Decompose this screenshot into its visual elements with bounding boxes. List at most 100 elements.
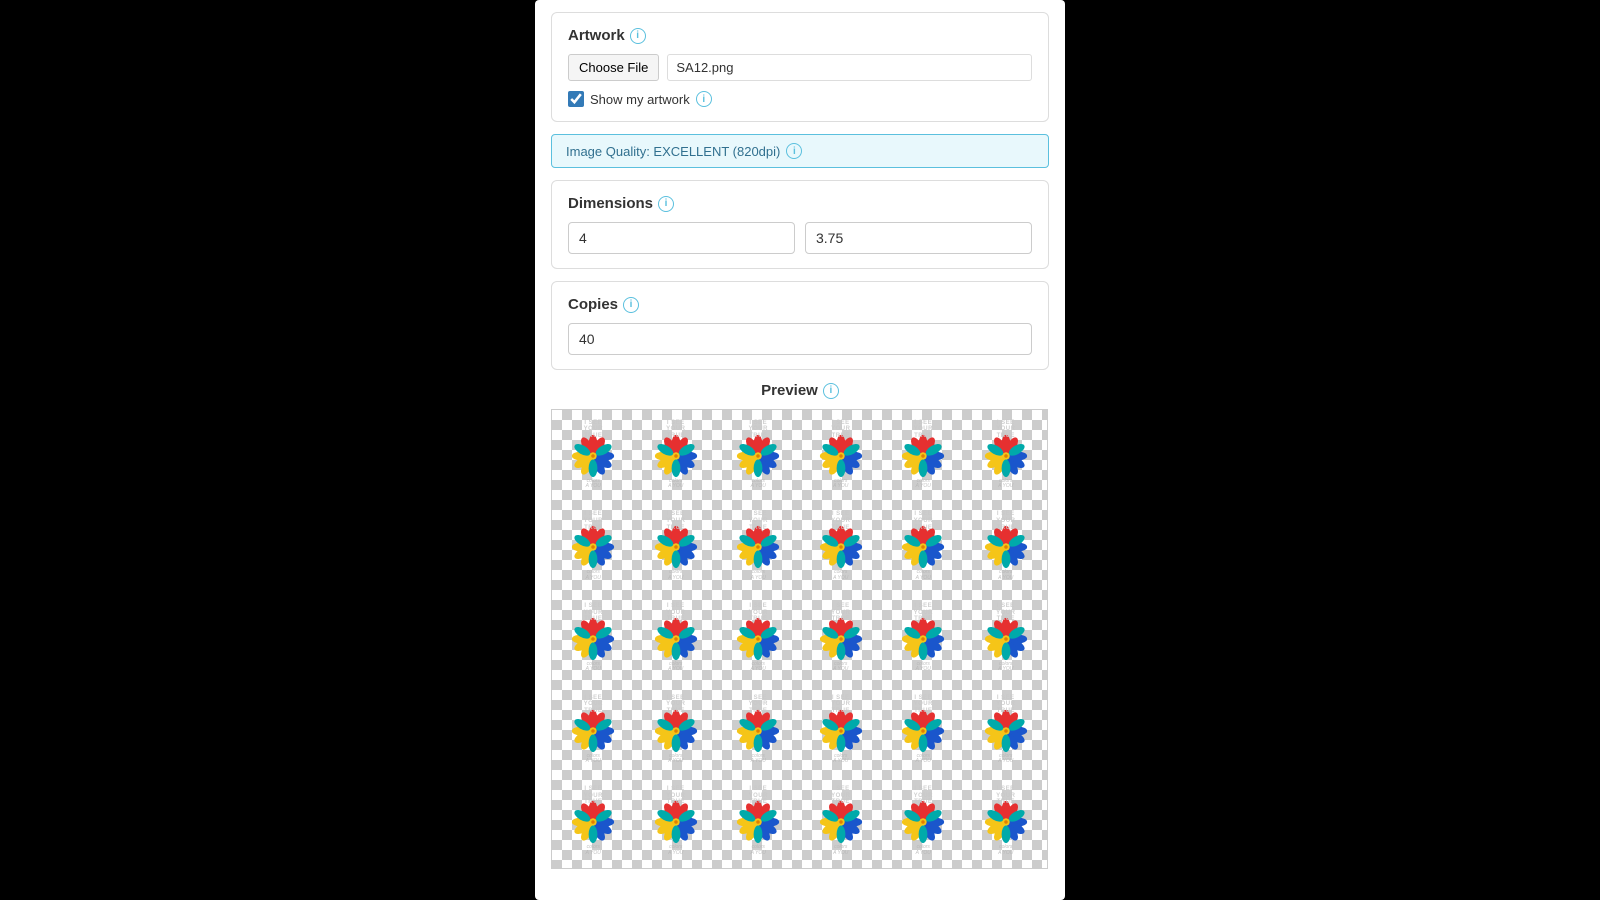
sticker-cell: I SEEYOURTRUE colorsA YOU <box>552 593 635 685</box>
sticker-cell: I SEEYOURTRUE colorsA YOU <box>882 593 965 685</box>
sticker-item: I SEEYOURTRUE colorsA YOU <box>558 782 628 862</box>
file-input-row: Choose File SA12.png <box>568 54 1032 81</box>
sticker-text-bottom: colorsA YOU <box>971 570 1041 581</box>
sticker-grid: I SEEYOURTRUE colorsA YOU I SEEYOURTRUE <box>552 410 1047 868</box>
sticker-text-top: I SEEYOURTRUE <box>641 695 711 715</box>
sticker-text-top: I SEEYOURTRUE <box>723 511 793 531</box>
sticker-cell: I SEEYOURTRUE colorsA YOU <box>965 593 1048 685</box>
sticker-text-top: I SEEYOURTRUE <box>723 786 793 806</box>
sticker-cell: I SEEYOURTRUE colorsA YOU <box>717 685 800 777</box>
sticker-cell: I SEEYOURTRUE colorsA YOU <box>717 410 800 502</box>
copies-section: Copies i <box>551 281 1049 370</box>
sticker-text-top: I SEEYOURTRUE <box>971 420 1041 440</box>
sticker-cell: I SEEYOURTRUE colorsA YOU <box>800 593 883 685</box>
sticker-item: I SEEYOURTRUE colorsA YOU <box>888 782 958 862</box>
sticker-item: I SEEYOURTRUE colorsA YOU <box>888 691 958 771</box>
show-artwork-checkbox[interactable] <box>568 91 584 107</box>
sticker-text-top: I SEEYOURTRUE <box>806 695 876 715</box>
sticker-cell: I SEEYOURTRUE colorsA YOU <box>635 593 718 685</box>
artwork-info-icon[interactable]: i <box>630 28 646 44</box>
sticker-text-top: I SEEYOURTRUE <box>558 511 628 531</box>
sticker-item: I SEEYOURTRUE colorsA YOU <box>971 416 1041 496</box>
sticker-text-bottom: colorsA YOU <box>558 845 628 856</box>
sticker-cell: I SEEYOURTRUE colorsA YOU <box>965 776 1048 868</box>
sticker-cell: I SEEYOURTRUE colorsA YOU <box>552 685 635 777</box>
dimensions-inputs-row <box>568 222 1032 254</box>
sticker-cell: I SEEYOURTRUE colorsA YOU <box>717 776 800 868</box>
sticker-text-bottom: colorsA YOU <box>723 662 793 673</box>
show-artwork-info-icon[interactable]: i <box>696 91 712 107</box>
sticker-cell: I SEEYOURTRUE colorsA YOU <box>882 502 965 594</box>
sticker-item: I SEEYOURTRUE colorsA YOU <box>888 507 958 587</box>
sticker-item: I SEEYOURTRUE colorsA YOU <box>558 507 628 587</box>
sticker-text-top: I SEEYOURTRUE <box>723 420 793 440</box>
image-quality-info-icon[interactable]: i <box>786 143 802 159</box>
sticker-text-top: I SEEYOURTRUE <box>558 786 628 806</box>
sticker-cell: I SEEYOURTRUE colorsA YOU <box>635 685 718 777</box>
sticker-text-bottom: colorsA YOU <box>641 570 711 581</box>
sticker-text-bottom: colorsA YOU <box>971 662 1041 673</box>
sticker-cell: I SEEYOURTRUE colorsA YOU <box>717 502 800 594</box>
choose-file-button[interactable]: Choose File <box>568 54 659 81</box>
sticker-text-top: I SEEYOURTRUE <box>888 420 958 440</box>
sticker-cell: I SEEYOURTRUE colorsA YOU <box>882 776 965 868</box>
sticker-cell: I SEEYOURTRUE colorsA YOU <box>965 410 1048 502</box>
sticker-text-bottom: colorsA YOU <box>723 570 793 581</box>
sticker-item: I SEEYOURTRUE colorsA YOU <box>888 416 958 496</box>
sticker-item: I SEEYOURTRUE colorsA YOU <box>558 416 628 496</box>
artwork-section: Artwork i Choose File SA12.png Show my a… <box>551 12 1049 122</box>
sticker-item: I SEEYOURTRUE colorsA YOU <box>641 416 711 496</box>
copies-input[interactable] <box>568 323 1032 355</box>
image-quality-bar[interactable]: Image Quality: EXCELLENT (820dpi) i <box>551 134 1049 168</box>
sticker-item: I SEEYOURTRUE colorsA YOU <box>723 599 793 679</box>
sticker-text-top: I SEEYOURTRUE <box>558 420 628 440</box>
copies-label: Copies <box>568 296 618 313</box>
sticker-item: I SEEYOURTRUE colorsA YOU <box>723 416 793 496</box>
sticker-item: I SEEYOURTRUE colorsA YOU <box>971 691 1041 771</box>
sticker-text-bottom: colorsA YOU <box>888 479 958 490</box>
sticker-text-bottom: colorsA YOU <box>971 845 1041 856</box>
sticker-text-bottom: colorsA YOU <box>806 662 876 673</box>
sticker-text-bottom: colorsA YOU <box>723 479 793 490</box>
sticker-text-top: I SEEYOURTRUE <box>888 695 958 715</box>
show-artwork-label: Show my artwork <box>590 92 690 107</box>
preview-label: Preview <box>761 382 818 399</box>
dimensions-info-icon[interactable]: i <box>658 196 674 212</box>
height-input[interactable] <box>805 222 1032 254</box>
sticker-text-top: I SEEYOURTRUE <box>888 786 958 806</box>
sticker-text-top: I SEEYOURTRUE <box>971 511 1041 531</box>
sticker-cell: I SEEYOURTRUE colorsA YOU <box>800 776 883 868</box>
sticker-cell: I SEEYOURTRUE colorsA YOU <box>635 776 718 868</box>
sticker-text-top: I SEEYOURTRUE <box>558 603 628 623</box>
sticker-text-bottom: colorsA YOU <box>806 479 876 490</box>
sticker-text-bottom: colorsA YOU <box>971 479 1041 490</box>
sticker-item: I SEEYOURTRUE colorsA YOU <box>806 507 876 587</box>
sticker-text-bottom: colorsA YOU <box>558 754 628 765</box>
sticker-cell: I SEEYOURTRUE colorsA YOU <box>800 410 883 502</box>
sticker-item: I SEEYOURTRUE colorsA YOU <box>558 599 628 679</box>
sticker-item: I SEEYOURTRUE colorsA YOU <box>806 782 876 862</box>
preview-info-icon[interactable]: i <box>823 383 839 399</box>
sticker-text-bottom: colorsA YOU <box>641 479 711 490</box>
sticker-text-bottom: colorsA YOU <box>641 754 711 765</box>
sticker-item: I SEEYOURTRUE colorsA YOU <box>971 782 1041 862</box>
artwork-label: Artwork <box>568 27 625 44</box>
sticker-text-top: I SEEYOURTRUE <box>971 695 1041 715</box>
dimensions-label: Dimensions <box>568 195 653 212</box>
sticker-item: I SEEYOURTRUE colorsA YOU <box>723 691 793 771</box>
sticker-item: I SEEYOURTRUE colorsA YOU <box>888 599 958 679</box>
sticker-text-top: I SEEYOURTRUE <box>888 603 958 623</box>
show-artwork-row: Show my artwork i <box>568 91 1032 107</box>
width-input[interactable] <box>568 222 795 254</box>
sticker-cell: I SEEYOURTRUE colorsA YOU <box>635 502 718 594</box>
sticker-cell: I SEEYOURTRUE colorsA YOU <box>882 685 965 777</box>
sticker-text-bottom: colorsA YOU <box>888 754 958 765</box>
copies-info-icon[interactable]: i <box>623 297 639 313</box>
sticker-item: I SEEYOURTRUE colorsA YOU <box>723 507 793 587</box>
sticker-text-bottom: colorsA YOU <box>888 845 958 856</box>
sticker-text-top: I SEEYOURTRUE <box>641 603 711 623</box>
preview-section: Preview i I SEEYOURTRUE color <box>551 382 1049 869</box>
sticker-item: I SEEYOURTRUE colorsA YOU <box>806 691 876 771</box>
sticker-item: I SEEYOURTRUE colorsA YOU <box>641 599 711 679</box>
sticker-text-bottom: colorsA YOU <box>558 479 628 490</box>
